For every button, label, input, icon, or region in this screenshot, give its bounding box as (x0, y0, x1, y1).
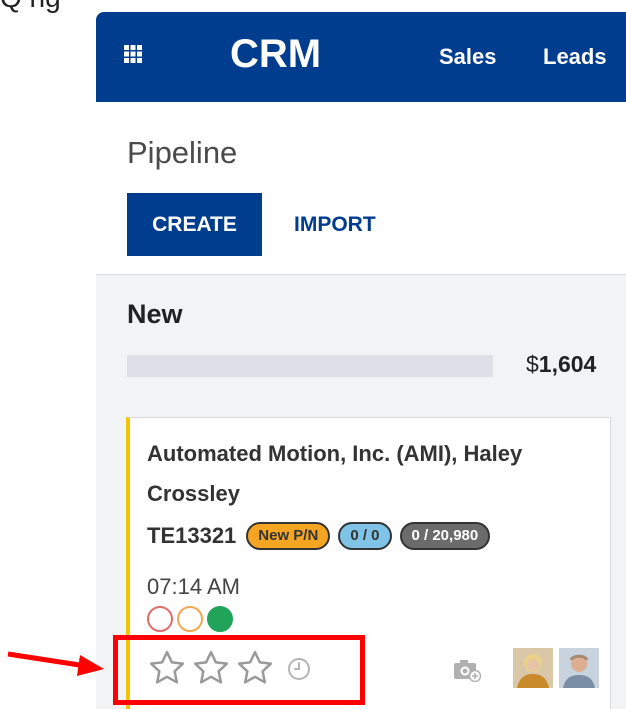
state-dot-green[interactable] (207, 606, 233, 632)
user-avatar-icon (559, 648, 599, 688)
tag-badge-amount: 0 / 20,980 (399, 522, 491, 550)
screenshot-page: Q ng CRM Sales Leads Pipeline CREATE IMP… (0, 0, 626, 709)
star-icon[interactable] (235, 648, 275, 688)
card-footer (147, 648, 599, 688)
column-title[interactable]: New (127, 299, 183, 330)
column-total-currency: $ (526, 351, 539, 377)
card-reference-row: TE13321 New P/N 0 / 0 0 / 20,980 (147, 522, 491, 550)
column-progress-bar[interactable] (127, 355, 493, 377)
camera-add-icon[interactable] (453, 658, 481, 682)
opportunity-card[interactable]: Automated Motion, Inc. (AMI), Haley Cros… (126, 417, 611, 709)
star-icon[interactable] (147, 648, 187, 688)
card-time: 07:14 AM (147, 574, 240, 599)
avatar[interactable] (559, 648, 599, 688)
user-avatar-icon (513, 648, 553, 688)
control-panel: Pipeline CREATE IMPORT (96, 102, 626, 275)
breadcrumb: Pipeline (127, 135, 238, 170)
card-reference: TE13321 (147, 523, 237, 548)
create-button[interactable]: CREATE (127, 193, 262, 256)
app-brand-title[interactable]: CRM (230, 32, 321, 77)
column-total-amount: 1,604 (538, 351, 597, 377)
kanban-state-selector (147, 606, 233, 632)
priority-stars (147, 648, 275, 688)
column-total: $1,604 (526, 351, 596, 378)
card-title: Automated Motion, Inc. (AMI), Haley Cros… (147, 441, 523, 506)
kanban-column-new: New $1,604 Automated Motion, Inc. (AMI),… (96, 275, 626, 709)
state-dot-orange[interactable] (177, 606, 203, 632)
tag-badge-ratio: 0 / 0 (338, 522, 392, 550)
crm-window: CRM Sales Leads Pipeline CREATE IMPORT N… (96, 12, 626, 709)
apps-grid-icon[interactable] (124, 45, 142, 63)
nav-item-sales[interactable]: Sales (439, 44, 497, 70)
cropped-heading-fragment: Q ng (0, 0, 61, 14)
avatar[interactable] (513, 648, 553, 688)
import-button[interactable]: IMPORT (294, 193, 376, 256)
top-navbar: CRM Sales Leads (96, 12, 626, 102)
annotation-arrow-icon (7, 651, 104, 676)
clock-icon[interactable] (287, 657, 311, 681)
state-dot-red[interactable] (147, 606, 173, 632)
star-icon[interactable] (191, 648, 231, 688)
nav-item-leads[interactable]: Leads (543, 44, 607, 70)
tag-badge-new-pn: New P/N (246, 522, 331, 550)
